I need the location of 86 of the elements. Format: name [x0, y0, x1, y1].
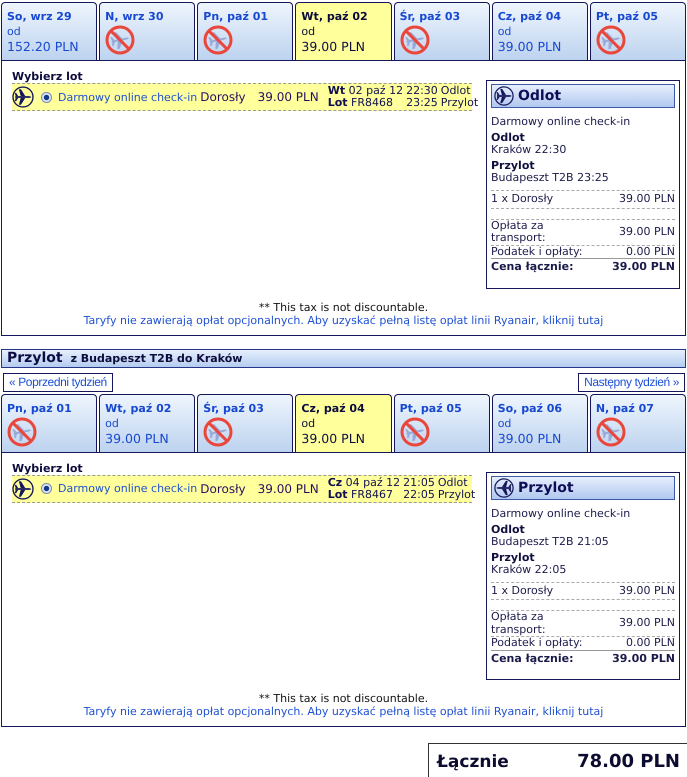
- fees-link[interactable]: Taryfy nie zawierają opłat opcjonalnych. Aby uzyskać pełną listę opłat linii Ryanair, kliknij tutaj: [84, 705, 604, 718]
- price-amount: 0.00 PLN: [626, 637, 675, 650]
- total-price-amount: 39.00 PLN: [612, 652, 675, 665]
- plane-icon: [12, 86, 34, 108]
- passenger-type: Dorosły: [200, 482, 246, 496]
- fare-price: 39.00 PLN: [258, 482, 319, 496]
- price-amount: 39.00 PLN: [619, 617, 675, 630]
- radio-button[interactable]: [41, 483, 52, 494]
- passenger-type: Dorosły: [200, 90, 246, 104]
- price-label: Podatek i opłaty:: [491, 637, 584, 650]
- arrival-info: Kraków 22:05: [491, 564, 568, 576]
- flight-number: Lot FR8467: [328, 488, 394, 500]
- fees-link[interactable]: Taryfy nie zawierają opłat opcjonalnych. Aby uzyskać pełną listę opłat linii Ryanair, kliknij tutaj: [84, 314, 604, 326]
- date-tab[interactable]: N, wrz 30: [99, 2, 196, 60]
- choose-flight-heading: Wybierz lot: [12, 462, 84, 474]
- plane-icon: [12, 478, 34, 500]
- price-amount: 39.00 PLN: [619, 226, 675, 238]
- price-amount: 0.00 PLN: [626, 246, 675, 258]
- departure-label: Odlot: [438, 476, 469, 488]
- date-tab[interactable]: So, paź 06 od 39.00 PLN: [492, 394, 588, 452]
- fare-price: 39.00 PLN: [258, 90, 319, 104]
- arrival-heading: Przylot: [491, 550, 536, 564]
- choose-flight-heading: Wybierz lot: [12, 71, 84, 83]
- total-price-label: Cena łącznie:: [491, 261, 574, 274]
- tax-note: ** This tax is not discountable.: [258, 692, 428, 705]
- departure-time: 21:05: [403, 476, 435, 488]
- no-flight-icon: [203, 25, 234, 55]
- route-title: Przylot: [7, 350, 63, 366]
- date-tab[interactable]: Wt, paź 02 od 39.00 PLN: [295, 2, 392, 60]
- price-amount: 39.00 PLN: [619, 193, 675, 206]
- no-flight-icon: [400, 25, 430, 55]
- price-label: 1 x Dorosły: [491, 584, 554, 597]
- no-flight-icon: [203, 416, 234, 446]
- no-flight-icon: [7, 416, 37, 446]
- date-tab[interactable]: Cz, paź 04 od 39.00 PLN: [295, 394, 392, 452]
- fare-name: Darmowy online check-in: [491, 115, 632, 128]
- date-tab[interactable]: Cz, paź 04 od 39.00 PLN: [492, 2, 588, 60]
- date-tab[interactable]: N, paź 07: [590, 394, 686, 452]
- date-tab[interactable]: Pn, paź 01: [1, 394, 98, 452]
- next-week-button[interactable]: Następny tydzień »: [578, 372, 685, 392]
- departure-info: Budapeszt T2B 21:05: [491, 536, 610, 548]
- flight-number: Lot FR8468: [328, 97, 394, 109]
- date-tab[interactable]: Pn, paź 01: [197, 2, 294, 60]
- no-flight-icon: [596, 25, 626, 55]
- date-tab[interactable]: Śr, paź 03: [197, 394, 294, 452]
- arrival-label: Przylot: [438, 488, 476, 500]
- fare-link[interactable]: Darmowy online check-in: [58, 482, 198, 495]
- departure-info: Kraków 22:30: [491, 144, 568, 156]
- departure-time: 22:30: [406, 85, 438, 97]
- flight-date: Wt 02 paź 12: [328, 85, 404, 97]
- no-flight-icon: [105, 25, 136, 55]
- date-tab[interactable]: Pt, paź 05: [590, 2, 686, 60]
- no-flight-icon: [400, 416, 430, 446]
- previous-week-button[interactable]: « Poprzedni tydzień: [3, 372, 113, 392]
- plane-icon: [494, 478, 514, 498]
- price-amount: 39.00 PLN: [619, 584, 675, 597]
- price-label: Opłata za transport:: [491, 220, 547, 244]
- total-price-amount: 39.00 PLN: [612, 261, 675, 274]
- total-price-label: Cena łącznie:: [491, 652, 574, 665]
- tax-note: ** This tax is not discountable.: [258, 300, 428, 314]
- arrival-heading: Przylot: [491, 159, 536, 172]
- date-tab[interactable]: Śr, paź 03: [394, 2, 490, 60]
- date-tab[interactable]: Pt, paź 05: [394, 394, 490, 452]
- date-tab[interactable]: So, wrz 29 od 152.20 PLN: [1, 2, 98, 60]
- summary-title: Odlot: [518, 88, 562, 104]
- grand-total-label: Łącznie: [437, 752, 509, 772]
- departure-label: Odlot: [440, 85, 472, 97]
- date-tab[interactable]: Wt, paź 02 od 39.00 PLN: [99, 394, 196, 452]
- arrival-label: Przylot: [440, 97, 478, 109]
- departure-heading: Odlot: [491, 131, 526, 144]
- radio-button[interactable]: [41, 92, 52, 102]
- plane-icon: [494, 86, 514, 106]
- arrival-time: 22:05: [403, 488, 435, 500]
- no-flight-icon: [596, 416, 626, 446]
- fare-link[interactable]: Darmowy online check-in: [58, 90, 198, 104]
- departure-heading: Odlot: [491, 522, 526, 536]
- route-text: z Budapeszt T2B do Kraków: [70, 352, 242, 364]
- price-label: Opłata za transport:: [491, 611, 547, 636]
- flight-date: Cz 04 paź 12: [328, 476, 400, 488]
- fare-name: Darmowy online check-in: [491, 506, 632, 520]
- price-label: 1 x Dorosły: [491, 193, 554, 206]
- summary-title: Przylot: [518, 480, 574, 496]
- arrival-info: Budapeszt T2B 23:25: [491, 172, 610, 184]
- arrival-time: 23:25: [406, 97, 438, 109]
- grand-total-amount: 78.00 PLN: [577, 751, 680, 772]
- price-label: Podatek i opłaty:: [491, 246, 584, 258]
